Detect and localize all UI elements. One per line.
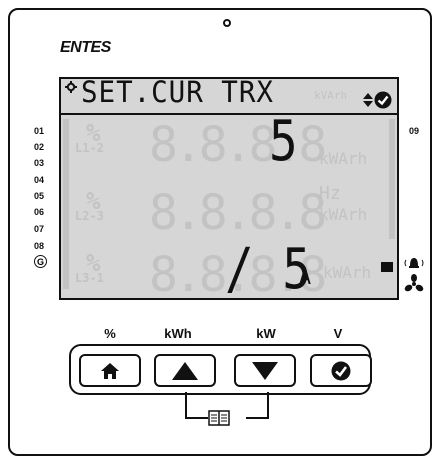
indicator-06: 06	[34, 207, 45, 217]
key-label-kw: kW	[256, 326, 276, 341]
lcd-ghost-l31: L3-1	[75, 271, 104, 285]
up-down-arrows-icon	[363, 93, 373, 107]
ok-button[interactable]	[310, 354, 372, 387]
lcd-ghost-l23: L2-3	[75, 209, 104, 223]
g-indicator: G	[34, 255, 47, 268]
brand-logo: ENTES	[60, 39, 111, 56]
check-circle-icon	[331, 361, 351, 380]
home-button[interactable]	[79, 354, 141, 387]
lcd-ghost-hz: Hz	[319, 183, 341, 204]
indicator-02: 02	[34, 142, 45, 152]
key-label-v: V	[333, 326, 343, 341]
check-status-icon	[374, 91, 392, 109]
lcd-unit: A	[299, 265, 312, 289]
fan-icon	[404, 274, 424, 292]
indicator-07: 07	[34, 224, 45, 234]
lcd-ghost-kwarh-1: kWArh	[319, 149, 368, 168]
alarm-bell-icon	[404, 258, 424, 268]
key-label-kwh: kWh	[164, 326, 192, 341]
output-block-indicator	[381, 262, 393, 272]
home-icon	[101, 362, 119, 379]
lcd-right-bar	[389, 119, 395, 239]
indicator-09: 09	[409, 126, 420, 136]
settings-gear-icon	[65, 81, 77, 93]
triangle-down-icon	[252, 361, 278, 380]
indicator-04: 04	[34, 175, 45, 185]
up-button[interactable]	[154, 354, 216, 387]
manual-book-icon	[208, 410, 230, 426]
lcd-left-bar	[63, 119, 69, 289]
indicator-03: 03	[34, 158, 45, 168]
lcd-ghost-l12: L1-2	[75, 141, 104, 155]
lcd-ghost-kvarh: kVArh	[314, 89, 348, 102]
lcd-ghost-kwarh-3: kWArh	[323, 263, 372, 282]
status-led	[223, 19, 231, 27]
indicator-05: 05	[34, 191, 45, 201]
key-label-percent: %	[104, 326, 116, 341]
triangle-up-icon	[172, 361, 198, 380]
indicator-01: 01	[34, 126, 45, 136]
lcd-ghost-kwarh-2: kWArh	[319, 205, 368, 224]
lcd-divider	[61, 113, 397, 115]
down-button[interactable]	[234, 354, 296, 387]
lcd-display: SET.CUR TRX kVArh % L1-2 8.8.8.8 5 kWArh…	[59, 77, 399, 300]
lcd-row1-value: 5	[269, 109, 298, 174]
lcd-ghost-digits-2: 8.8.8.8	[149, 185, 327, 241]
indicator-08: 08	[34, 241, 45, 251]
lcd-top-text: SET.CUR TRX	[81, 77, 274, 109]
